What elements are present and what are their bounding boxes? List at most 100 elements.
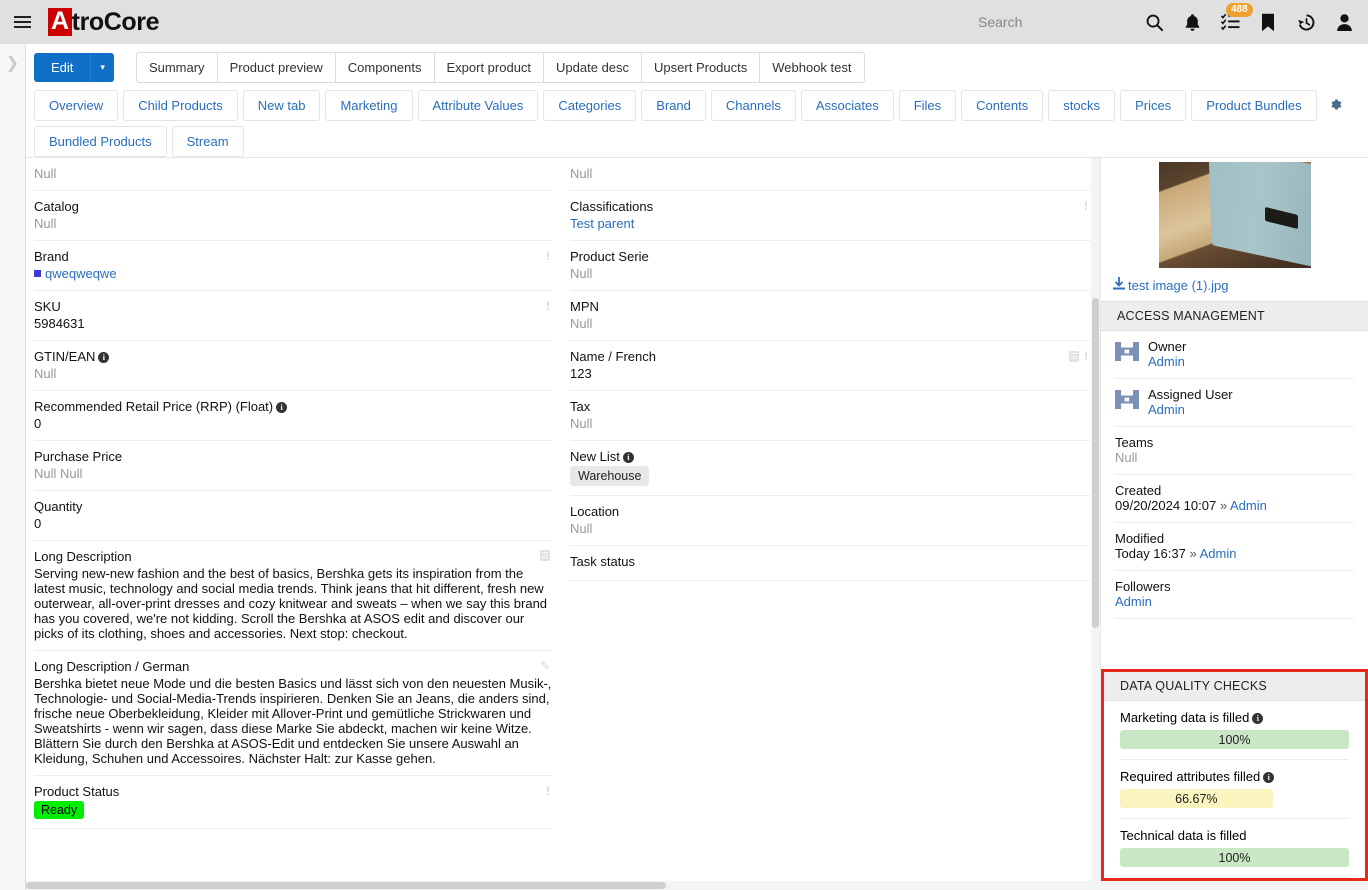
hamburger-icon[interactable] bbox=[14, 12, 34, 32]
download-icon[interactable] bbox=[1113, 277, 1125, 293]
edit-dropdown-caret-icon[interactable]: ▾ bbox=[90, 53, 114, 82]
user-link[interactable]: Admin bbox=[1148, 354, 1185, 369]
scrollbar-thumb[interactable] bbox=[1092, 298, 1099, 628]
expand-sidebar-icon[interactable]: ❯ bbox=[0, 56, 25, 72]
field-row: Product StatusReady! bbox=[34, 776, 552, 829]
tab-new-tab[interactable]: New tab bbox=[243, 90, 321, 121]
tab-files[interactable]: Files bbox=[899, 90, 956, 121]
field-label-text: Tax bbox=[570, 399, 590, 414]
tab-contents[interactable]: Contents bbox=[961, 90, 1043, 121]
field-row: Long DescriptionServing new-new fashion … bbox=[34, 541, 552, 651]
edit-pen-icon[interactable]: ✎ bbox=[540, 660, 550, 672]
bookmark-icon[interactable] bbox=[1258, 12, 1278, 32]
tab-stocks[interactable]: stocks bbox=[1048, 90, 1115, 121]
note-icon[interactable] bbox=[540, 550, 550, 561]
hscrollbar-thumb[interactable] bbox=[26, 882, 666, 889]
field-row: Quantity0 bbox=[34, 491, 552, 541]
field-value: Serving new-new fashion and the best of … bbox=[34, 566, 552, 641]
info-icon[interactable]: i bbox=[623, 452, 634, 463]
field-value: Null bbox=[570, 316, 1090, 331]
field-value: Null Null bbox=[34, 466, 552, 481]
sidebar-field-value[interactable]: Admin bbox=[1115, 594, 1354, 609]
data-quality-label-text: Technical data is filled bbox=[1120, 828, 1246, 843]
action-button-update-desc[interactable]: Update desc bbox=[543, 52, 642, 83]
sidebar-field-value[interactable]: Admin bbox=[1148, 402, 1354, 417]
sidebar-field-label: Owner bbox=[1148, 339, 1354, 354]
data-quality-item: Marketing data is filledi 100% bbox=[1120, 701, 1349, 760]
action-button-export-product[interactable]: Export product bbox=[434, 52, 545, 83]
right-sidebar: test image (1).jpg ACCESS MANAGEMENT Own… bbox=[1100, 158, 1368, 881]
action-button-summary[interactable]: Summary bbox=[136, 52, 218, 83]
tab-child-products[interactable]: Child Products bbox=[123, 90, 238, 121]
tab-bundled-products[interactable]: Bundled Products bbox=[34, 126, 167, 157]
action-button-product-preview[interactable]: Product preview bbox=[217, 52, 336, 83]
bell-icon[interactable] bbox=[1182, 12, 1202, 32]
tab-attribute-values[interactable]: Attribute Values bbox=[418, 90, 539, 121]
horizontal-scrollbar[interactable] bbox=[26, 881, 1368, 890]
sidebar-field-value[interactable]: Admin bbox=[1148, 354, 1354, 369]
navbar-actions: 488 bbox=[976, 12, 1354, 32]
exclamation-icon[interactable]: ! bbox=[1084, 350, 1088, 362]
info-icon[interactable]: i bbox=[1263, 772, 1274, 783]
history-icon[interactable] bbox=[1296, 12, 1316, 32]
tab-categories[interactable]: Categories bbox=[543, 90, 636, 121]
field-label: Name / French bbox=[570, 349, 1090, 364]
user-link[interactable]: Admin bbox=[1115, 594, 1152, 609]
data-quality-label: Technical data is filled bbox=[1120, 828, 1349, 843]
vertical-scrollbar[interactable] bbox=[1091, 158, 1100, 881]
field-row: GTIN/EANiNull bbox=[34, 341, 552, 391]
field-row: Name / French123! bbox=[570, 341, 1090, 391]
content-area: NullCatalogNullBrandqweqweqwe!SKU5984631… bbox=[26, 157, 1368, 881]
field-label: MPN bbox=[570, 299, 1090, 314]
checklist-icon[interactable]: 488 bbox=[1220, 12, 1240, 32]
action-button-webhook-test[interactable]: Webhook test bbox=[759, 52, 864, 83]
tab-marketing[interactable]: Marketing bbox=[325, 90, 412, 121]
field-row: Null bbox=[34, 158, 552, 191]
gear-icon[interactable] bbox=[1322, 93, 1349, 119]
tab-stream[interactable]: Stream bbox=[172, 126, 244, 157]
exclamation-icon[interactable]: ! bbox=[546, 250, 550, 262]
user-link[interactable]: Admin bbox=[1230, 498, 1267, 513]
action-button-components[interactable]: Components bbox=[335, 52, 435, 83]
tab-overview[interactable]: Overview bbox=[34, 90, 118, 121]
field-row: Product SerieNull bbox=[570, 241, 1090, 291]
field-value[interactable]: Test parent bbox=[570, 216, 1090, 231]
action-button-upsert-products[interactable]: Upsert Products bbox=[641, 52, 760, 83]
user-link[interactable]: Admin bbox=[1200, 546, 1237, 561]
search-input[interactable] bbox=[976, 13, 1126, 31]
exclamation-icon[interactable]: ! bbox=[1084, 200, 1088, 212]
data-quality-label: Marketing data is filledi bbox=[1120, 710, 1349, 725]
field-row: Long Description / GermanBershka bietet … bbox=[34, 651, 552, 776]
data-quality-panel: DATA QUALITY CHECKS Marketing data is fi… bbox=[1101, 669, 1368, 881]
field-value-text: Bershka bietet neue Mode und die besten … bbox=[34, 676, 551, 766]
exclamation-icon[interactable]: ! bbox=[546, 300, 550, 312]
tab-prices[interactable]: Prices bbox=[1120, 90, 1186, 121]
app-logo[interactable]: AtroCore bbox=[48, 8, 159, 37]
product-thumbnail[interactable] bbox=[1159, 162, 1311, 268]
user-icon[interactable] bbox=[1334, 12, 1354, 32]
search-icon[interactable] bbox=[1144, 12, 1164, 32]
info-icon[interactable]: i bbox=[276, 402, 287, 413]
field-value: Null bbox=[570, 521, 1090, 536]
image-download-row[interactable]: test image (1).jpg bbox=[1101, 271, 1368, 301]
field-value-text: Null bbox=[570, 266, 592, 281]
progress-fill: 100% bbox=[1120, 730, 1349, 749]
tab-brand[interactable]: Brand bbox=[641, 90, 706, 121]
value-chip: Warehouse bbox=[570, 466, 649, 486]
user-link[interactable]: Admin bbox=[1148, 402, 1185, 417]
tab-product-bundles[interactable]: Product Bundles bbox=[1191, 90, 1316, 121]
image-filename-link[interactable]: test image (1).jpg bbox=[1128, 278, 1228, 293]
field-label-text: MPN bbox=[570, 299, 599, 314]
info-icon[interactable]: i bbox=[98, 352, 109, 363]
progress-value-text: 66.67% bbox=[1175, 792, 1217, 806]
exclamation-icon[interactable]: ! bbox=[546, 785, 550, 797]
tab-associates[interactable]: Associates bbox=[801, 90, 894, 121]
tab-channels[interactable]: Channels bbox=[711, 90, 796, 121]
field-value[interactable]: qweqweqwe bbox=[34, 266, 552, 281]
field-value: Null bbox=[34, 216, 552, 231]
note-icon[interactable] bbox=[1069, 351, 1079, 362]
field-value: Null bbox=[34, 366, 552, 381]
edit-button[interactable]: Edit bbox=[34, 53, 90, 82]
image-preview[interactable] bbox=[1101, 158, 1368, 271]
info-icon[interactable]: i bbox=[1252, 713, 1263, 724]
